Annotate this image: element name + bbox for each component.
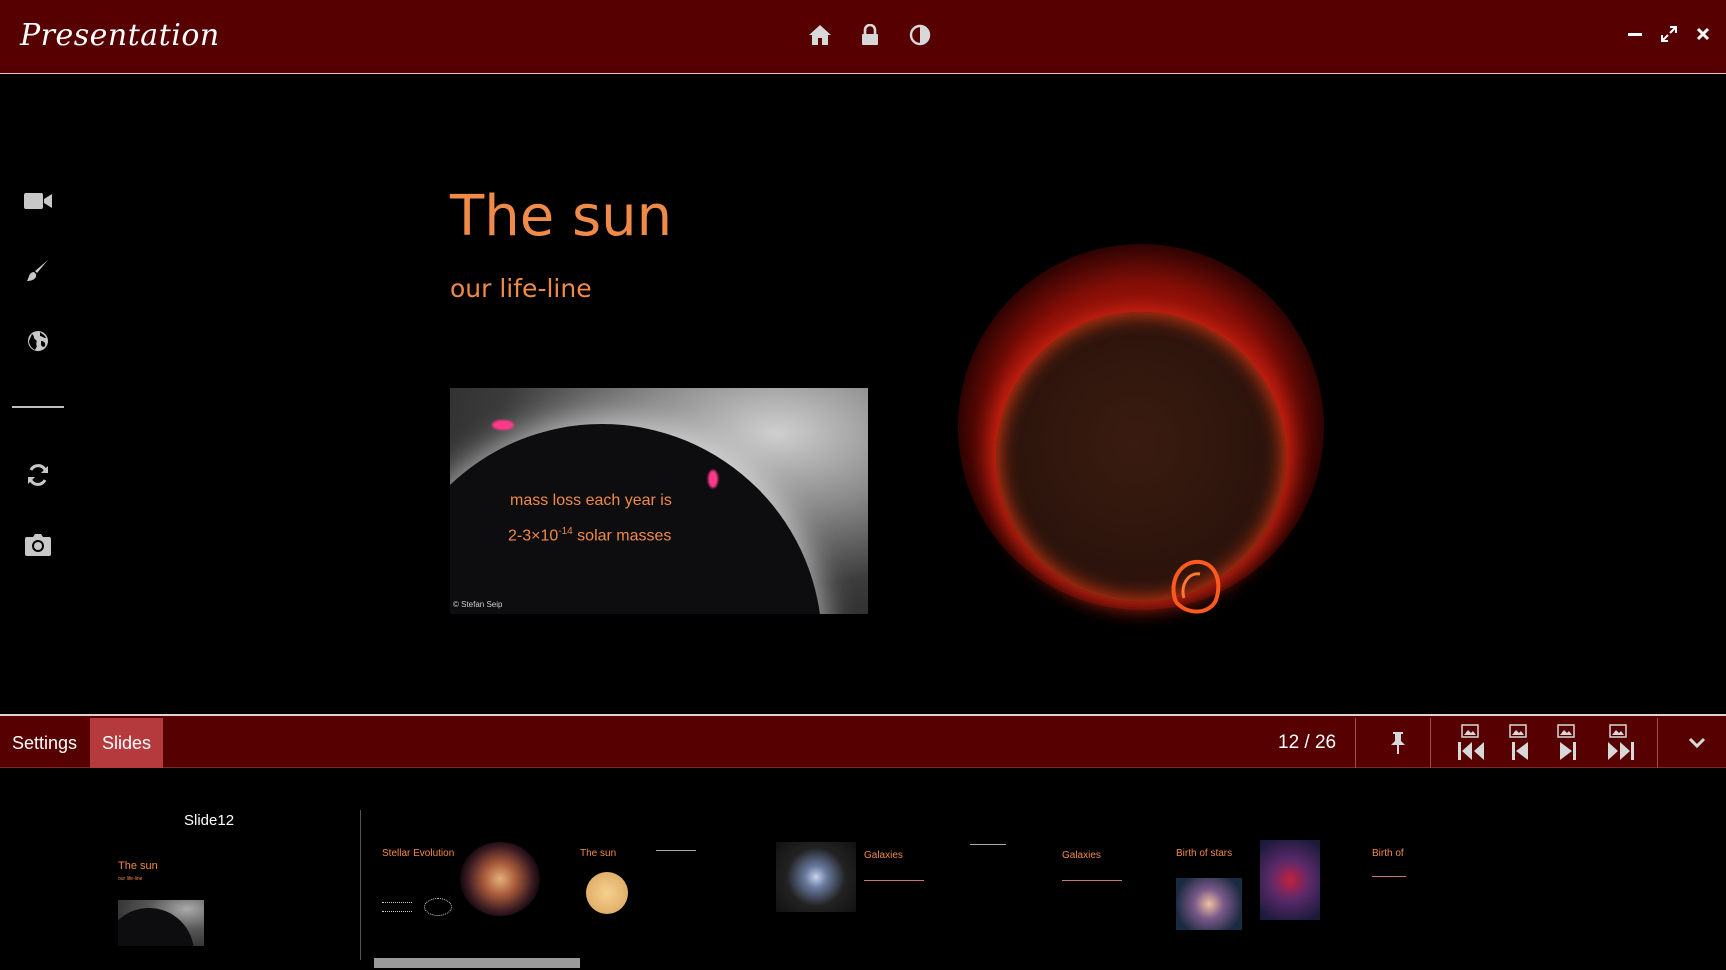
refresh-icon[interactable] <box>23 460 53 490</box>
rail-divider <box>12 406 64 408</box>
title-bar-center-tools <box>808 22 932 48</box>
slide-title: The sun <box>450 184 673 249</box>
eclipse-photo: mass loss each year is 2-3×10-14 solar m… <box>450 388 868 614</box>
thumbnail-graphic <box>970 844 1006 845</box>
strip-divider <box>360 810 361 960</box>
collapse-chevron-icon[interactable] <box>1680 722 1714 764</box>
current-thumb-subtitle: our life-line <box>118 876 143 882</box>
globe-icon[interactable] <box>23 326 53 356</box>
title-bar: Presentation <box>0 0 1726 74</box>
slide-canvas: The sun our life-line mass loss each yea… <box>0 74 1726 714</box>
divider <box>1355 718 1356 768</box>
solar-flare <box>1171 559 1221 614</box>
thumbnail-graphic <box>424 898 452 916</box>
prominence <box>492 420 514 430</box>
thumbnail-graphic <box>864 880 924 881</box>
divider <box>1657 718 1658 768</box>
slide-thumbnail[interactable]: Galaxies <box>962 842 1122 952</box>
slide-strip: Slide12 The sun our life-line Stellar Ev… <box>0 768 1726 970</box>
app-title: Presentation <box>20 18 220 53</box>
thumbnail-title: Stellar Evolution <box>382 848 455 859</box>
thumbnail-graphic <box>656 850 696 851</box>
slide-thumbnail[interactable]: Birth of <box>1370 840 1450 950</box>
thumbnail-title: Birth of <box>1372 848 1404 859</box>
photo-credit: © Stefan Seip <box>453 600 503 609</box>
sun-image <box>996 312 1286 602</box>
total-slides: 26 <box>1314 732 1337 753</box>
last-slide-icon[interactable] <box>1598 722 1642 764</box>
thumbnail-graphic <box>1062 880 1122 881</box>
pin-icon[interactable] <box>1378 722 1418 764</box>
nebula-image <box>1260 840 1320 920</box>
slide-subtitle: our life-line <box>450 274 592 303</box>
close-icon[interactable] <box>1694 24 1712 44</box>
sun-thumbnail-image <box>586 872 628 914</box>
current-thumb-image <box>118 900 204 946</box>
nebula-image <box>460 842 540 916</box>
control-bar: Settings Slides 12 / 26 <box>0 714 1726 768</box>
current-slide-number: 12 <box>1278 732 1300 753</box>
slide-thumbnail[interactable]: Birth of stars <box>1174 840 1334 960</box>
tab-settings[interactable]: Settings <box>0 718 89 768</box>
counter-separator: / <box>1304 732 1310 753</box>
divider <box>1430 718 1431 768</box>
first-slide-icon[interactable] <box>1452 722 1492 764</box>
maximize-icon[interactable] <box>1660 24 1678 44</box>
thumbnail-title: Galaxies <box>1062 850 1101 861</box>
window-controls <box>1626 24 1712 44</box>
current-slide-label: Slide12 <box>184 812 235 829</box>
eclipse-moon-disc <box>450 424 822 614</box>
tab-slides[interactable]: Slides <box>90 718 164 768</box>
slide-thumbnail[interactable]: Stellar Evolution <box>380 840 560 950</box>
mass-loss-caption: mass loss each year is <box>510 492 672 509</box>
thumbnail-title: The sun <box>580 848 617 859</box>
slide-thumbnail[interactable]: The sun <box>578 840 728 950</box>
thumbnail-title: Birth of stars <box>1176 848 1233 859</box>
galaxy-image <box>776 842 856 912</box>
camera-icon[interactable] <box>23 530 53 560</box>
presentation-app: Presentation The sun our life-line mass … <box>0 0 1726 970</box>
prominence <box>708 470 718 488</box>
minimize-icon[interactable] <box>1626 24 1644 44</box>
strip-scrollbar[interactable] <box>374 958 580 968</box>
lock-icon[interactable] <box>858 22 882 48</box>
slide-thumbnail[interactable]: Galaxies <box>774 842 934 952</box>
paintbrush-icon[interactable] <box>23 256 53 286</box>
home-icon[interactable] <box>808 22 832 48</box>
video-camera-icon[interactable] <box>23 186 53 216</box>
thumbnail-graphic <box>382 902 412 912</box>
mass-loss-value: 2-3×10-14 solar masses <box>508 526 672 545</box>
current-thumb-title: The sun <box>118 860 158 872</box>
nebula-image <box>1176 878 1242 930</box>
previous-slide-icon[interactable] <box>1500 722 1540 764</box>
tool-rail <box>0 74 76 714</box>
slide-counter: 12 / 26 <box>1278 732 1336 754</box>
next-slide-icon[interactable] <box>1548 722 1588 764</box>
thumbnail-title: Galaxies <box>864 850 903 861</box>
contrast-icon[interactable] <box>908 22 932 48</box>
thumbnail-graphic <box>1372 876 1406 877</box>
